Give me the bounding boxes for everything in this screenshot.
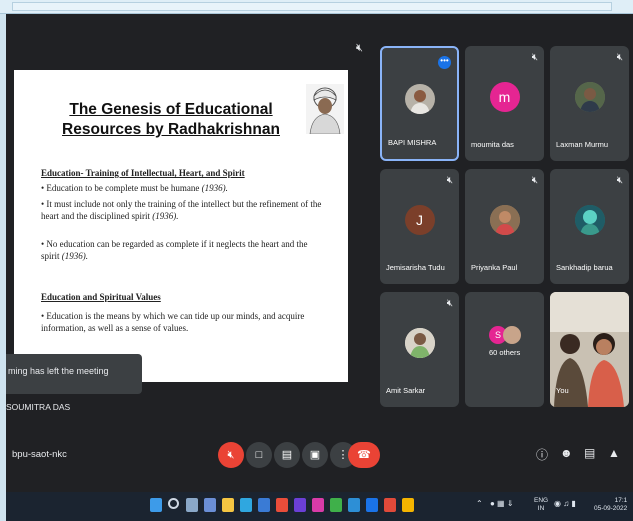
people-icon[interactable]: ☻ <box>560 446 573 460</box>
participant-name: Amit Sarkar <box>386 386 426 395</box>
participant-tile[interactable]: ••• BAPI MISHRA <box>380 46 459 161</box>
participant-tile[interactable]: 🔇︎ Priyanka Paul <box>465 169 544 284</box>
file-explorer-icon[interactable] <box>222 498 234 512</box>
more-options-icon[interactable]: ••• <box>438 56 451 69</box>
chat-icon[interactable]: ▤ <box>584 446 595 460</box>
participant-name: moumita das <box>471 140 514 149</box>
edge-icon[interactable] <box>240 498 252 512</box>
participant-name: BAPI MISHRA <box>388 138 437 147</box>
office-icon[interactable] <box>276 498 288 512</box>
slide-bullet: • No education can be regarded as comple… <box>41 239 308 261</box>
tray-app-icons[interactable]: ● ▦ ⇓ <box>490 499 514 508</box>
control-bar: bpu-saot-nkc 🔇︎ □ ▤ ▣ ⋮ ☎ ⓘ ☻ ▤ ▲ <box>6 434 633 478</box>
participant-photo <box>574 205 605 235</box>
app-icon[interactable] <box>348 498 360 512</box>
participant-photo <box>503 326 521 344</box>
meeting-code: bpu-saot-nkc <box>12 449 67 460</box>
participant-photo <box>404 84 435 114</box>
slide-bullet: • Education to be complete must be human… <box>41 183 228 193</box>
task-view-icon[interactable] <box>186 498 198 512</box>
app-icon[interactable] <box>384 498 396 512</box>
presenter-mic-off-icon: 🔇︎ <box>356 42 363 54</box>
presenter-name: SOUMITRA DAS <box>6 402 71 412</box>
widgets-icon[interactable] <box>204 498 216 512</box>
mic-toggle-button[interactable]: 🔇︎ <box>218 442 244 468</box>
app-icon[interactable] <box>330 498 342 512</box>
mic-off-icon: 🔇︎ <box>616 175 623 186</box>
clock[interactable]: 17:1 05-09-2022 <box>594 497 627 513</box>
mic-off-icon: 🔇︎ <box>227 449 235 461</box>
meet-window: 🔇︎ The Genesis of Educational Resources … <box>6 14 633 506</box>
more-vert-icon: ⋮ <box>337 449 349 461</box>
slide-bullet: • It must include not only the training … <box>41 199 322 221</box>
language-indicator[interactable]: ENG IN <box>534 497 548 513</box>
present-icon: ▣ <box>309 449 321 461</box>
windows-start-icon[interactable] <box>150 498 162 512</box>
left-meeting-toast: ming has left the meeting <box>6 354 142 394</box>
store-icon[interactable] <box>258 498 270 512</box>
participant-photo <box>489 205 520 235</box>
participant-name: Laxman Murmu <box>556 140 609 149</box>
radhakrishnan-portrait <box>306 84 344 134</box>
teams-icon[interactable] <box>294 498 306 512</box>
participant-initial-avatar: m <box>489 82 520 112</box>
chrome-icon[interactable] <box>402 498 414 512</box>
presentation-slide: The Genesis of Educational Resources by … <box>14 70 348 382</box>
participant-tile[interactable]: 🔇︎ Sankhadip barua <box>550 169 629 284</box>
mic-off-icon: 🔇︎ <box>531 175 538 186</box>
participant-name: Sankhadip barua <box>556 263 613 272</box>
participant-name: 60 others <box>489 348 521 357</box>
browser-top-strip <box>0 0 633 14</box>
present-button[interactable]: ▣ <box>302 442 328 468</box>
mic-off-icon: 🔇︎ <box>616 52 623 63</box>
phone-hangup-icon: ☎ <box>357 449 371 461</box>
captions-button[interactable]: ▤ <box>274 442 300 468</box>
participant-photo <box>404 328 435 358</box>
windows-taskbar: ⌃ ● ▦ ⇓ ENG IN ◉ ♫ ▮ 17:1 05-09-2022 <box>6 492 633 521</box>
end-call-button[interactable]: ☎ <box>348 442 380 468</box>
participant-name: You <box>556 386 569 395</box>
network-volume-battery-icons[interactable]: ◉ ♫ ▮ <box>554 499 576 508</box>
camera-toggle-button[interactable]: □ <box>246 442 272 468</box>
camera-icon: □ <box>255 449 263 461</box>
section-heading-2: Education and Spiritual Values <box>41 292 161 302</box>
participant-tile[interactable]: 🔇︎ J Jemisarisha Tudu <box>380 169 459 284</box>
app-icon[interactable] <box>312 498 324 512</box>
search-icon[interactable] <box>168 498 179 509</box>
participant-tile[interactable]: 🔇︎ Laxman Murmu <box>550 46 629 161</box>
participant-tile[interactable]: S 60 others <box>465 292 544 407</box>
participant-initial-avatar: J <box>404 205 435 235</box>
participant-tile[interactable]: 🔇︎ Amit Sarkar <box>380 292 459 407</box>
self-video-tile[interactable]: You <box>550 292 629 407</box>
info-icon[interactable]: ⓘ <box>536 446 548 463</box>
participant-name: Jemisarisha Tudu <box>386 263 445 272</box>
tray-chevron-icon[interactable]: ⌃ <box>476 499 483 508</box>
captions-icon: ▤ <box>281 449 293 461</box>
slide-bullet: • Education is the means by which we can… <box>41 311 305 333</box>
mic-off-icon: 🔇︎ <box>531 52 538 63</box>
browser-address-area <box>12 2 612 11</box>
slide-title: The Genesis of Educational Resources by … <box>62 101 280 138</box>
participant-photo <box>574 82 605 112</box>
toast-text: ming has left the meeting <box>8 366 109 376</box>
app-icon[interactable] <box>366 498 378 512</box>
section-heading-1: Education- Training of Intellectual, Hea… <box>41 168 245 178</box>
participant-name: Priyanka Paul <box>471 263 518 272</box>
participant-tile[interactable]: 🔇︎ m moumita das <box>465 46 544 161</box>
activities-icon[interactable]: ▲ <box>608 446 620 460</box>
mic-off-icon: 🔇︎ <box>446 175 453 186</box>
mic-off-icon: 🔇︎ <box>446 298 453 309</box>
